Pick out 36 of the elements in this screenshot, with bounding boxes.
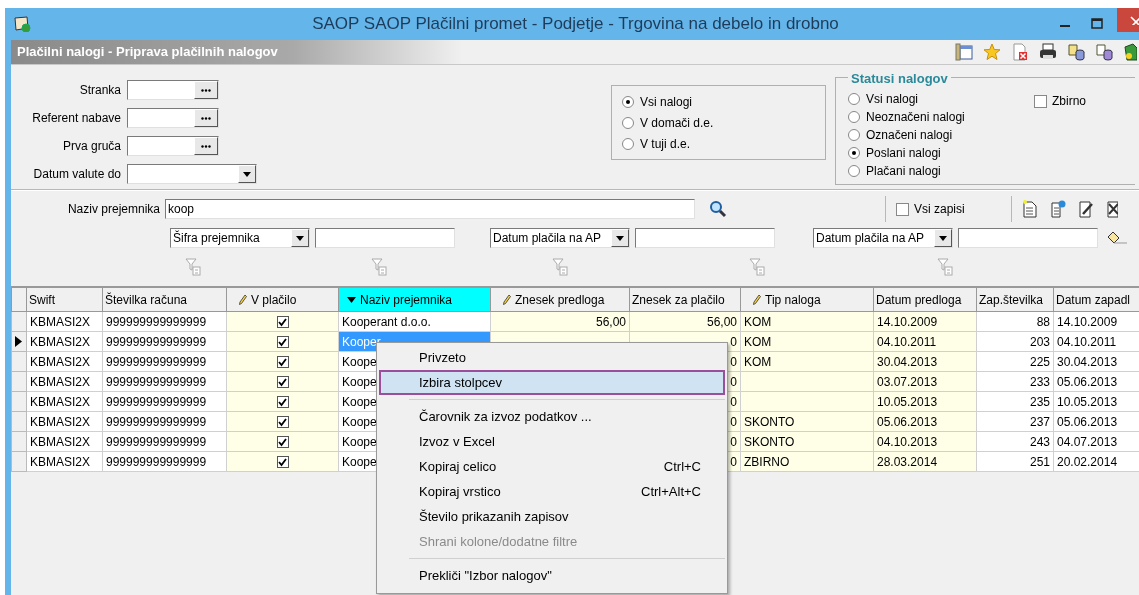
search-field[interactable]: koop — [165, 199, 695, 219]
column-header[interactable]: Zap.številka — [976, 287, 1054, 312]
menu-item[interactable]: Število prikazanih zapisov — [379, 504, 725, 529]
filter-dropdown[interactable]: Datum plačila na AP — [813, 228, 953, 248]
column-header[interactable]: Swift — [26, 287, 103, 312]
column-header[interactable]: Tip naloga — [740, 287, 874, 312]
radio-label: Neoznačeni nalogi — [866, 108, 965, 126]
column-header[interactable]: Znesek predloga — [490, 287, 630, 312]
column-header[interactable]: V plačilo — [226, 287, 339, 312]
field-label: Stranka — [78, 82, 122, 99]
filter-dropdown[interactable]: Šifra prejemnika — [170, 228, 310, 248]
radio-label: V domači d.e. — [640, 114, 714, 132]
column-header[interactable]: Znesek za plačilo — [629, 287, 741, 312]
field-label: Referent nabave — [31, 110, 122, 127]
menu-item[interactable]: Prekliči "Izbor nalogov" — [379, 563, 725, 588]
column-header[interactable]: Datum predloga — [873, 287, 977, 312]
checkbox-label: Zbirno — [1052, 93, 1086, 110]
radio-label: Plačani nalogi — [866, 162, 941, 180]
menu-item[interactable]: Kopiraj vrstico Ctrl+Alt+C — [379, 479, 725, 504]
panel-title: Plačilni nalogi - Priprava plačilnih nalogov — [17, 43, 278, 62]
field-label: Datum valute do — [32, 166, 122, 183]
field-value: koop — [168, 201, 195, 218]
checkbox-label: Vsi zapisi — [914, 201, 965, 218]
column-header[interactable]: Naziv prejemnika — [338, 287, 491, 312]
radio-label: Vsi nalogi — [866, 90, 919, 108]
column-header[interactable]: Datum zapadl — [1053, 287, 1139, 312]
menu-item[interactable]: Izbira stolpcev — [379, 370, 725, 395]
filter-dropdown[interactable]: Datum plačila na AP — [490, 228, 630, 248]
radio-label: Označeni nalogi — [866, 126, 953, 144]
field-label: Naziv prejemnika — [66, 201, 161, 218]
window-title: SAOP SAOP Plačilni promet - Podjetje - Trgovina na debelo in drobno — [312, 13, 839, 36]
column-header[interactable]: Številka računa — [102, 287, 227, 312]
radio-label: V tuji d.e. — [640, 135, 691, 153]
radio-label: Vsi nalogi — [640, 93, 693, 111]
field-label: Prva gruča — [61, 138, 122, 155]
radio-label: Poslani nalogi — [866, 144, 941, 162]
